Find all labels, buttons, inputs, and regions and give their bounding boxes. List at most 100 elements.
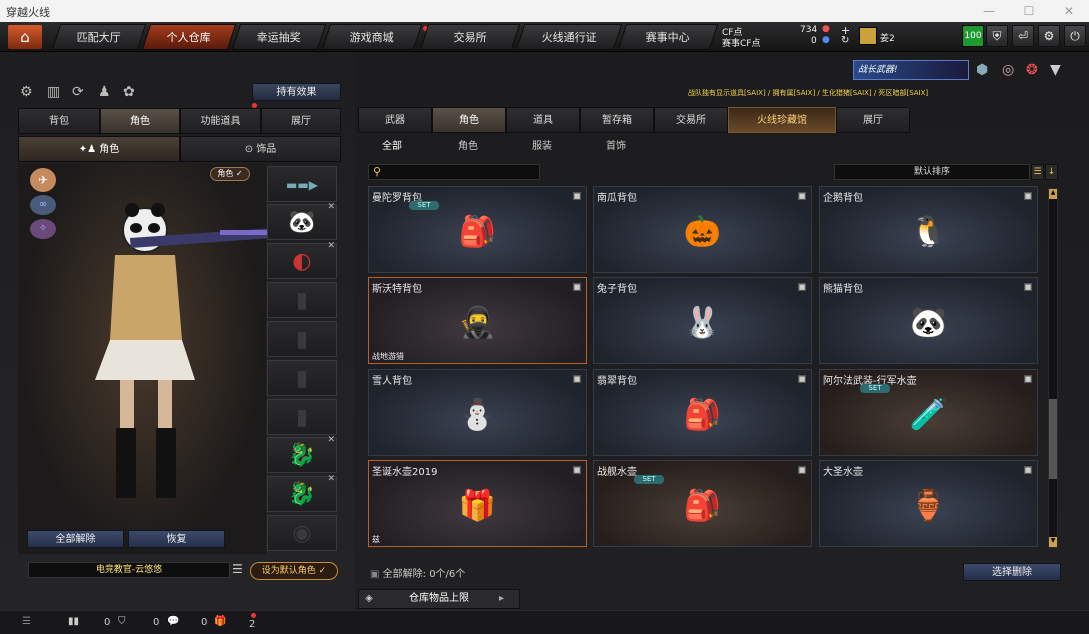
lock-icon[interactable]: ■ <box>797 191 807 201</box>
tab-match-lobby[interactable]: 匹配大厅 <box>51 24 147 50</box>
slot-empty-4[interactable]: ▮ <box>267 399 337 435</box>
item-card[interactable]: 熊猫背包 ■ 🐼 <box>819 277 1038 364</box>
wing-icon[interactable]: ∞ <box>30 195 56 215</box>
capacity-button[interactable]: ◈ 仓库物品上限 ▸ <box>358 589 520 609</box>
right-tab-hall[interactable]: 展厅 <box>836 107 910 133</box>
scroll-down-icon[interactable]: ▼ <box>1049 537 1057 547</box>
gear-icon[interactable]: ⚙ <box>1038 25 1060 47</box>
right-tab-exchange[interactable]: 交易所 <box>654 107 728 133</box>
scroll-up-icon[interactable]: ▲ <box>1049 189 1057 199</box>
item-card[interactable]: 企鹅背包 ■ 🐧 <box>819 186 1038 273</box>
left-tab-hall[interactable]: 展厅 <box>261 108 341 134</box>
chat-icon[interactable]: 💬 <box>167 616 179 627</box>
scroll-thumb[interactable] <box>1049 399 1057 479</box>
maximize-button[interactable]: ☐ <box>1009 0 1049 22</box>
exit-room-icon[interactable]: ⏎ <box>1012 25 1034 47</box>
slot-empty-5[interactable]: ◉ <box>267 515 337 551</box>
set-default-button[interactable]: 设为默认角色 ✓ <box>250 562 338 580</box>
minimize-button[interactable]: — <box>969 0 1009 22</box>
slot-weapon[interactable]: ▬▬▶ <box>267 166 337 202</box>
power-icon[interactable]: ⏻ <box>1064 25 1086 47</box>
lock-icon[interactable]: ■ <box>1023 465 1033 475</box>
item-card[interactable]: 阿尔法武装-行军水壶 ■ SET 🧪 <box>819 369 1038 456</box>
lock-icon[interactable]: ■ <box>797 465 807 475</box>
lock-icon[interactable]: ■ <box>572 282 582 292</box>
lock-icon[interactable]: ■ <box>797 282 807 292</box>
item-card[interactable]: 南瓜背包 ■ 🎃 <box>593 186 812 273</box>
left-subtab-role[interactable]: ✦♟ 角色 <box>18 136 180 162</box>
tab-battle-pass[interactable]: 火线通行证 <box>515 24 623 50</box>
eagle-icon[interactable]: ✈ <box>30 168 56 192</box>
tab-tournament[interactable]: 赛事中心 <box>617 24 719 50</box>
subtab-role[interactable]: 角色 <box>448 138 488 156</box>
subtab-costume[interactable]: 服装 <box>522 138 562 156</box>
item-card[interactable]: 战舰水壶 ■ SET 🎒 <box>593 460 812 547</box>
menu-icon[interactable]: ☰ <box>22 616 31 627</box>
lock-icon[interactable]: ■ <box>1023 191 1033 201</box>
scrollbar[interactable]: ▲ ▼ <box>1048 188 1058 548</box>
slot-goggles[interactable]: ◐ ✕ <box>267 240 337 279</box>
pet-icon[interactable]: ✿ <box>123 84 135 100</box>
item-card[interactable]: 雪人背包 ■ ⛄ <box>368 369 587 456</box>
bar-chart-icon[interactable]: ▥ <box>47 84 60 100</box>
tab-lucky-draw[interactable]: 幸运抽奖 <box>231 24 327 50</box>
crown-icon[interactable]: ✧ <box>30 219 56 239</box>
tab-exchange[interactable]: 交易所 <box>419 24 521 50</box>
remove-icon[interactable]: ✕ <box>327 240 335 252</box>
item-card[interactable]: 大圣水壶 ■ 🏺 <box>819 460 1038 547</box>
shield-icon[interactable]: ⛉ <box>118 616 126 627</box>
item-card[interactable]: 曼陀罗背包 ■ SET 🎒 <box>368 186 587 273</box>
slot-panda-head[interactable]: 🐼 ✕ <box>267 201 337 240</box>
off-icon[interactable]: ⚙ <box>20 84 33 100</box>
subtab-all[interactable]: 全部 <box>372 138 412 156</box>
right-tab-collection[interactable]: 火线珍藏馆 <box>728 107 836 133</box>
remove-icon[interactable]: ✕ <box>327 473 335 485</box>
sort-select[interactable]: 默认排序 <box>834 164 1030 180</box>
remove-icon[interactable]: ✕ <box>327 201 335 213</box>
item-card[interactable]: 兔子背包 ■ 🐰 <box>593 277 812 364</box>
list-icon[interactable]: ☰ <box>1031 164 1044 180</box>
remove-icon[interactable]: ✕ <box>327 434 335 446</box>
sort-arrow-icon[interactable]: ↓ <box>1045 164 1058 180</box>
lock-icon[interactable]: ■ <box>572 191 582 201</box>
figure-icon[interactable]: ♟ <box>98 84 111 100</box>
slot-empty-3[interactable]: ▮ <box>267 360 337 396</box>
left-tab-bag[interactable]: 背包 <box>18 108 100 134</box>
badge-icon-1[interactable]: ⬢ <box>976 62 988 78</box>
growth-weapon-banner[interactable]: 战长武器! <box>853 60 969 80</box>
right-tab-item[interactable]: 道具 <box>506 107 580 133</box>
lock-icon[interactable]: ■ <box>1023 374 1033 384</box>
right-tab-stash[interactable]: 暂存箱 <box>580 107 654 133</box>
badge-icon-2[interactable]: ◎ <box>1002 62 1014 78</box>
rank-icon[interactable]: ⛨ <box>986 25 1008 47</box>
lock-icon[interactable]: ■ <box>572 374 582 384</box>
slot-silver-dragon[interactable]: 🐉 ✕ <box>267 473 337 512</box>
effect-button[interactable]: 持有效果 <box>252 83 341 101</box>
left-subtab-accessory[interactable]: ⊙ 饰品 <box>180 136 341 162</box>
badge-icon-3[interactable]: ❂ <box>1026 62 1038 78</box>
gift-icon[interactable]: 🎁 <box>214 616 226 627</box>
lock-icon[interactable]: ■ <box>1023 282 1033 292</box>
badge-icon-4[interactable]: ▼ <box>1050 62 1061 78</box>
select-delete-button[interactable]: 选择删除 <box>963 563 1061 581</box>
slot-gold-dragon[interactable]: 🐉 ✕ <box>267 434 337 473</box>
item-card[interactable]: 翡翠背包 ■ 🎒 <box>593 369 812 456</box>
slot-empty-1[interactable]: ▮ <box>267 282 337 318</box>
subtab-jewelry[interactable]: 首饰 <box>596 138 636 156</box>
home-icon[interactable]: ⌂ <box>8 25 42 49</box>
item-card[interactable]: 圣诞水壶2019 ■ 🎁 兹 <box>368 460 587 547</box>
friends-icon[interactable]: ▮▮ <box>68 616 79 627</box>
lock-icon[interactable]: ■ <box>572 465 582 475</box>
close-button[interactable]: ✕ <box>1049 0 1089 22</box>
restore-button[interactable]: 恢复 <box>128 530 225 548</box>
unequip-all-button[interactable]: 全部解除 <box>27 530 124 548</box>
level-badge[interactable]: 100 <box>962 25 984 47</box>
avatar[interactable] <box>859 27 877 45</box>
tab-personal-storage[interactable]: 个人仓库 <box>141 24 237 50</box>
lock-icon[interactable]: ■ <box>797 374 807 384</box>
item-card[interactable]: 斯沃特背包 ■ 🥷 战地游猎 <box>368 277 587 364</box>
role-tag[interactable]: 角色 ✓ <box>210 167 250 181</box>
left-tab-function[interactable]: 功能道具 <box>180 108 261 134</box>
right-tab-role[interactable]: 角色 <box>432 107 506 133</box>
right-tab-weapon[interactable]: 武器 <box>358 107 432 133</box>
